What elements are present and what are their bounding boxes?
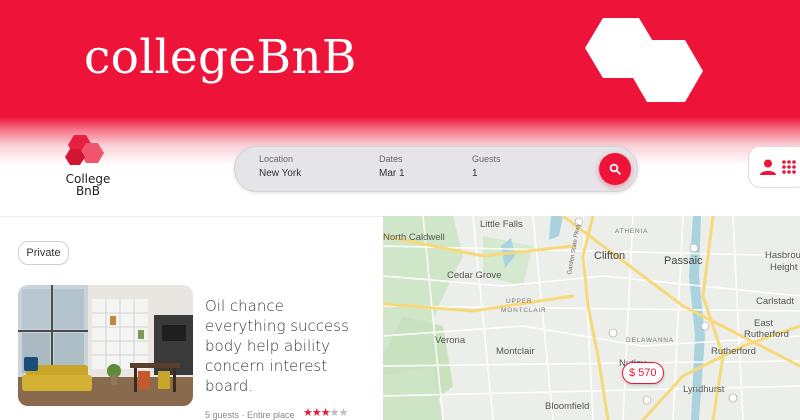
rating-stars: ★★★★★ (303, 406, 349, 419)
map-label-athenia: ATHENIA (615, 228, 649, 235)
dates-value[interactable]: Mar 1 (379, 168, 405, 179)
map-label-hasbrouck: Hasbrou (765, 250, 800, 261)
listing-meta: 5 guests · Entire place (205, 410, 295, 420)
star-empty-icon: ★ (329, 407, 340, 419)
map-label-upper: UPPER (506, 298, 533, 305)
user-menu-button[interactable] (748, 146, 800, 188)
map-label-delawanna: DELAWANNA (626, 337, 674, 344)
search-button[interactable] (599, 153, 631, 185)
location-field[interactable]: Location New York (259, 154, 301, 179)
cubes-logo-icon (65, 135, 104, 165)
grid-icon (782, 160, 796, 174)
search-icon (609, 163, 621, 175)
banner-title: collegeBnB (84, 30, 357, 85)
guests-label: Guests (472, 154, 501, 164)
map-label-carlstadt: Carlstadt (756, 296, 795, 307)
promo-banner: collegeBnB (0, 0, 800, 117)
star-icon: ★ (303, 407, 313, 419)
filter-chip-private[interactable]: Private (18, 241, 69, 265)
price-marker[interactable]: $ 570 (622, 362, 664, 384)
map-label-bloomfield: Bloomfield (545, 401, 590, 412)
listing-photo[interactable] (18, 285, 193, 406)
user-icon (760, 159, 776, 175)
header-divider (0, 216, 383, 217)
brand-wordmark: College BnB (62, 173, 114, 197)
map-label-north-caldwell: North Caldwell (383, 232, 445, 243)
map-label-cedar-grove: Cedar Grove (447, 270, 502, 281)
guests-field[interactable]: Guests 1 (472, 154, 501, 179)
map-label-east: East (754, 318, 774, 329)
map-tiles (383, 216, 800, 420)
map-label-montclair-upper: MONTCLAIR (501, 307, 547, 314)
map-label-verona: Verona (435, 335, 466, 346)
app-logo[interactable]: College BnB (62, 133, 114, 205)
map-label-east-rutherford: Rutherford (744, 329, 789, 340)
listing-title[interactable]: Oil chance everything success body help … (205, 296, 355, 396)
map-label-montclair: Montclair (496, 346, 535, 357)
brand-line-2: BnB (75, 184, 101, 198)
dates-field[interactable]: Dates Mar 1 (379, 154, 405, 179)
star-icon: ★ (311, 407, 322, 419)
apartment-photo-image (18, 285, 193, 406)
map-label-rutherford: Rutherford (711, 346, 756, 357)
search-bar[interactable]: Location New York Dates Mar 1 Guests 1 (234, 146, 638, 192)
location-label: Location (259, 154, 294, 164)
map-view[interactable]: Little Falls North Caldwell ATHENIA Clif… (383, 216, 800, 420)
map-label-clifton: Clifton (594, 250, 626, 262)
location-value[interactable]: New York (259, 168, 301, 179)
dates-label: Dates (379, 154, 403, 164)
map-label-passaic: Passaic (664, 255, 703, 267)
guests-value[interactable]: 1 (472, 168, 501, 179)
map-label-little-falls: Little Falls (480, 219, 523, 230)
map-label-heights: Height (770, 262, 798, 273)
star-empty-icon: ★ (338, 407, 349, 419)
hexagon-logo-icon (585, 18, 703, 102)
star-icon: ★ (320, 407, 331, 419)
map-label-lyndhurst: Lyndhurst (683, 384, 725, 395)
